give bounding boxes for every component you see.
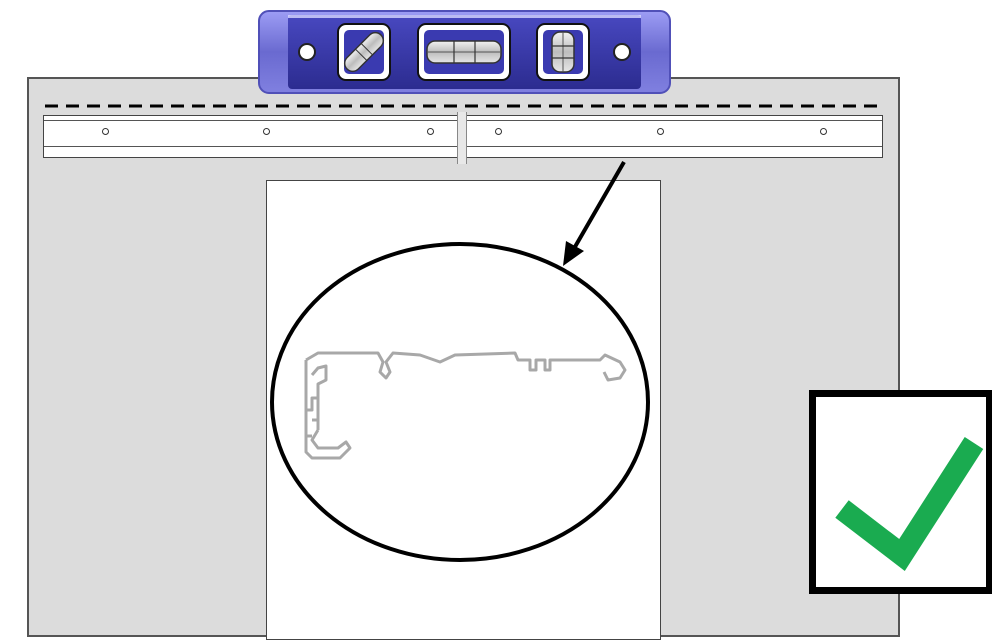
detail-ellipse: [270, 242, 650, 562]
horizontal-bubble-vial-icon: [417, 23, 511, 81]
spirit-level-icon: [258, 10, 671, 94]
checkmark-box: [809, 390, 992, 594]
screw-hole-icon: [298, 43, 316, 61]
screw-hole-icon: [613, 43, 631, 61]
checkmark-icon: [835, 437, 984, 572]
vertical-bubble-vial-icon: [536, 23, 590, 81]
diagonal-bubble-vial-icon: [337, 23, 391, 81]
arrow-icon: [563, 160, 626, 266]
